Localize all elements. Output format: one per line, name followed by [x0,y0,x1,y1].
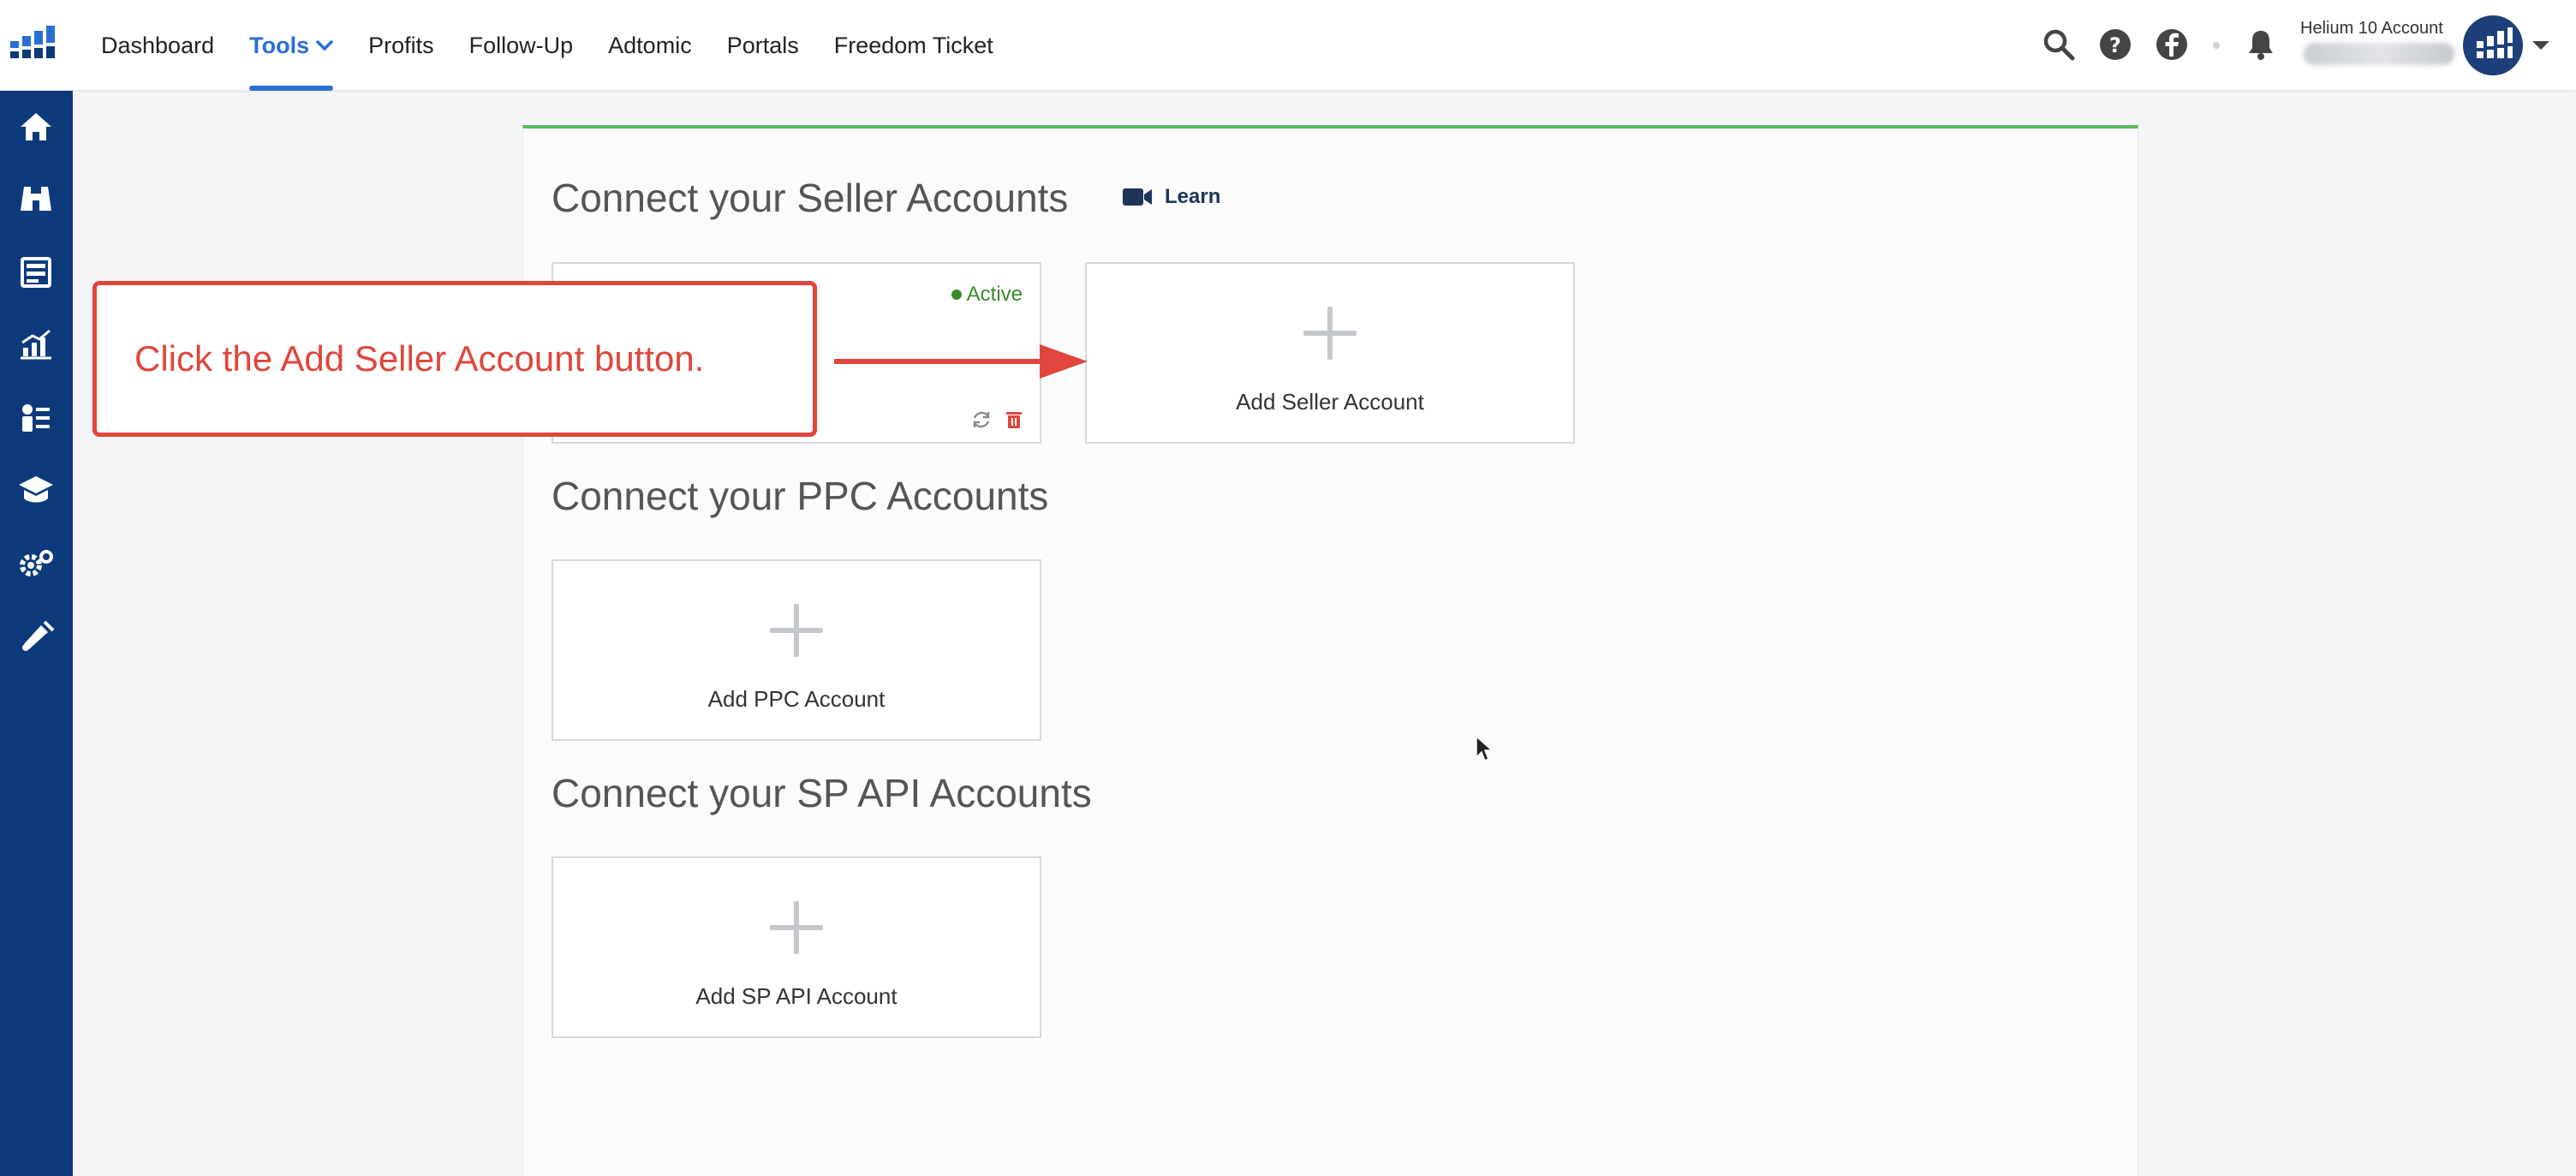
nav-profits[interactable]: Profits [368,0,434,91]
nav-follow-up-label: Follow-Up [468,32,574,58]
operations-icon[interactable] [15,401,57,435]
marketing-icon[interactable] [15,618,57,653]
nav-profits-label: Profits [368,32,434,58]
plus-icon [770,604,823,657]
status-badge: Active [951,283,1023,307]
nav-tools[interactable]: Tools [249,0,334,91]
add-ppc-account-label: Add PPC Account [707,686,886,712]
facebook-icon[interactable] [2155,27,2189,62]
main-nav: Dashboard Tools Profits Follow-Up Adtomi… [101,0,1029,91]
delete-icon[interactable] [1004,409,1024,430]
add-sp-api-account-button[interactable]: Add SP API Account [552,857,1041,1038]
avatar[interactable] [2463,15,2523,75]
status-label: Active [966,283,1023,306]
caret-down-icon[interactable] [2531,39,2550,51]
avatar-logo-icon [2477,27,2513,58]
add-sp-api-account-label: Add SP API Account [695,983,897,1009]
home-icon[interactable] [15,110,57,144]
settings-icon[interactable] [15,546,57,581]
nav-portals-label: Portals [726,32,799,58]
plus-icon [1303,307,1357,360]
left-sidebar [0,91,73,1176]
binoculars-icon[interactable] [15,182,57,216]
nav-dashboard-label: Dashboard [101,32,215,58]
nav-portals[interactable]: Portals [727,0,799,91]
account-label: Helium 10 Account [2300,19,2443,38]
refresh-icon[interactable] [971,409,992,430]
add-ppc-account-button[interactable]: Add PPC Account [552,559,1041,741]
add-seller-account-label: Add Seller Account [1236,389,1424,415]
plus-icon [770,901,823,954]
nav-adtomic[interactable]: Adtomic [608,0,692,91]
search-icon[interactable] [2042,27,2076,62]
listing-icon[interactable] [15,255,57,290]
analytics-icon[interactable] [15,327,57,361]
nav-adtomic-label: Adtomic [608,32,692,58]
nav-freedom-ticket-label: Freedom Ticket [833,32,993,58]
separator-dot [2213,42,2220,49]
help-icon[interactable]: ? [2098,27,2132,62]
account-name-blurred [2304,43,2454,65]
nav-dashboard[interactable]: Dashboard [101,0,214,91]
tutorial-callout: Click the Add Seller Account button. [92,281,817,437]
callout-arrow-icon [834,344,1088,379]
card-actions [971,409,1024,430]
nav-tools-label: Tools [249,32,310,58]
mouse-cursor-icon [1476,735,1494,762]
helium10-logo-icon[interactable] [9,26,55,60]
svg-text:?: ? [2109,33,2121,57]
seller-accounts-title: Connect your Seller Accounts [552,176,1069,220]
sp-api-accounts-title: Connect your SP API Accounts [552,771,1092,815]
video-camera-icon [1123,188,1152,206]
learn-link[interactable]: Learn [1122,185,1220,209]
academy-icon[interactable] [15,473,57,507]
status-dot [951,290,962,300]
learn-label: Learn [1165,185,1221,208]
ppc-accounts-title: Connect your PPC Accounts [552,474,1049,518]
nav-freedom-ticket[interactable]: Freedom Ticket [834,0,993,91]
chevron-down-icon [316,40,333,51]
callout-text: Click the Add Seller Account button. [134,338,705,379]
nav-follow-up[interactable]: Follow-Up [469,0,574,91]
top-navigation-bar: Dashboard Tools Profits Follow-Up Adtomi… [0,0,2576,91]
add-seller-account-button[interactable]: Add Seller Account [1085,262,1575,444]
notification-bell-icon[interactable] [2244,27,2278,62]
